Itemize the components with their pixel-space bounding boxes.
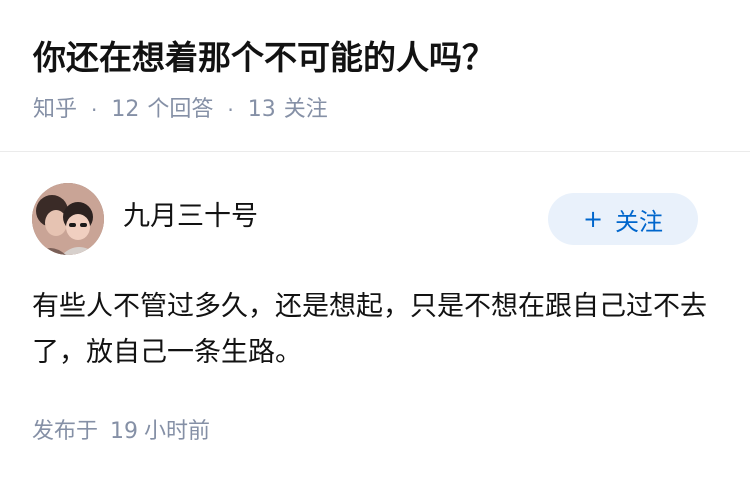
question-meta: 知乎 · 12 个回答 · 13 关注: [33, 94, 328, 126]
avatar-image-icon: [32, 183, 104, 255]
answer-item: 九月三十号 + 关注 有些人不管过多久，还是想起，只是不想在跟自己过不去了，放自…: [0, 152, 750, 482]
zhihu-answer-card: 你还在想着那个不可能的人吗？ 知乎 · 12 个回答 · 13 关注 九月三十号…: [0, 0, 750, 482]
meta-separator: ·: [91, 98, 98, 122]
follow-count: 13: [247, 97, 276, 122]
time-value: 19: [110, 419, 139, 444]
avatar[interactable]: [32, 183, 104, 255]
answer-time: 发布于 19 小时前: [32, 416, 210, 448]
author-name[interactable]: 九月三十号: [123, 199, 258, 235]
time-prefix: 发布于: [32, 419, 99, 444]
plus-icon: +: [582, 205, 604, 233]
question-header: 你还在想着那个不可能的人吗？ 知乎 · 12 个回答 · 13 关注: [0, 0, 750, 152]
meta-separator-2: ·: [227, 98, 234, 122]
question-title[interactable]: 你还在想着那个不可能的人吗？: [33, 36, 495, 80]
follow-button-label: 关注: [615, 207, 664, 236]
time-suffix: 小时前: [144, 419, 211, 444]
follow-button[interactable]: + 关注: [548, 193, 698, 245]
follow-count-label: 关注: [283, 97, 328, 122]
answer-content[interactable]: 有些人不管过多久，还是想起，只是不想在跟自己过不去了，放自己一条生路。: [32, 284, 712, 376]
answer-count: 12: [111, 97, 140, 122]
source-label[interactable]: 知乎: [33, 94, 77, 126]
answer-count-label: 个回答: [147, 97, 214, 122]
